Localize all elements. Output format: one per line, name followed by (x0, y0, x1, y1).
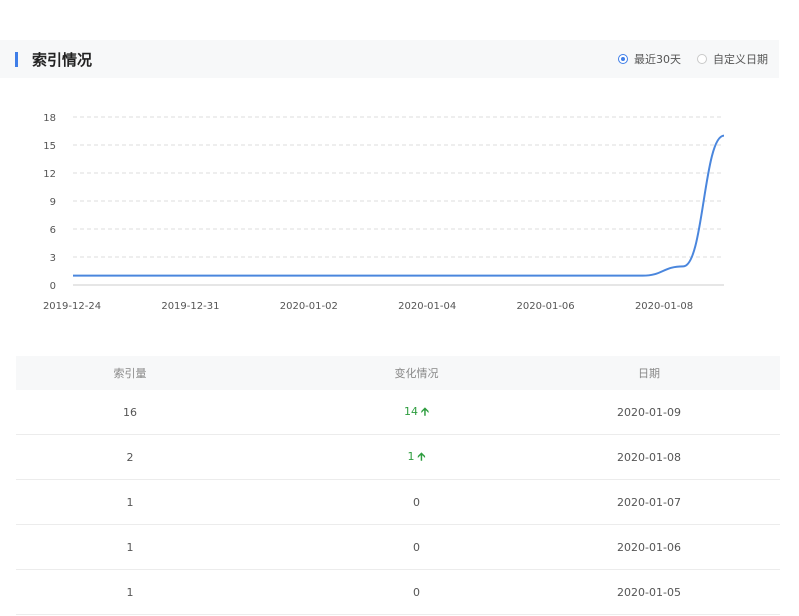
x-tick-label: 2019-12-31 (161, 301, 219, 312)
y-tick-label: 3 (50, 253, 56, 264)
cell-count: 2 (126, 450, 134, 464)
y-tick-label: 0 (50, 281, 56, 292)
title-accent-bar (15, 52, 18, 67)
x-tick-label: 2020-01-02 (280, 301, 338, 312)
date-value: 2020-01-05 (617, 585, 681, 599)
column-header-change: 变化情况 (394, 367, 439, 380)
y-tick-label: 12 (43, 169, 56, 180)
column-header-count: 索引量 (113, 367, 147, 380)
section-header: 索引情况 最近30天 自定义日期 (0, 40, 779, 78)
page-title: 索引情况 (32, 51, 93, 69)
date-range-selector: 最近30天 自定义日期 (602, 51, 768, 67)
radio-unchecked-icon[interactable] (697, 54, 707, 64)
date-value: 2020-01-07 (617, 495, 681, 509)
x-tick-label: 2020-01-06 (517, 301, 575, 312)
table-row: 1 0 2020-01-06 (16, 525, 780, 570)
table-row: 2 1 🡩 2020-01-08 (16, 435, 780, 480)
change-value: 0 (413, 495, 420, 509)
cell-change: 14 🡩 (244, 403, 589, 422)
cell-date: 2020-01-06 (589, 541, 780, 554)
change-value: 14 (404, 404, 419, 418)
index-table: 索引量 变化情况 日期 16 14 🡩 2020-01-09 2 1 🡩 2020-01-08… (16, 356, 780, 615)
y-tick-label: 15 (43, 141, 56, 152)
range-option-label: 自定义日期 (713, 53, 768, 66)
column-header-date: 日期 (638, 367, 660, 380)
cell-count: 1 (126, 495, 134, 509)
x-tick-label: 2020-01-04 (398, 301, 456, 312)
table-row: 1 0 2020-01-07 (16, 480, 780, 525)
cell-count: 1 (126, 540, 134, 554)
cell-count: 16 (123, 405, 137, 419)
arrow-up-icon: 🡩 (421, 404, 429, 418)
cell-date: 2020-01-05 (589, 586, 780, 599)
date-value: 2020-01-09 (617, 405, 681, 419)
date-value: 2020-01-06 (617, 540, 681, 554)
table-row: 16 14 🡩 2020-01-09 (16, 390, 780, 435)
radio-checked-icon[interactable] (618, 54, 628, 64)
cell-date: 2020-01-07 (589, 496, 780, 509)
index-line-chart: 0 3 6 9 12 15 18 2019-12-24 2019-12-31 2020-01-02… (43, 113, 725, 312)
x-tick-label: 2020-01-08 (635, 301, 693, 312)
cell-count: 1 (126, 585, 134, 599)
table-header: 索引量 变化情况 日期 (16, 356, 780, 390)
table-body: 16 14 🡩 2020-01-09 2 1 🡩 2020-01-08 1 0 2020-01-07… (16, 390, 780, 615)
cell-date: 2020-01-09 (589, 406, 780, 419)
x-tick-label: 2019-12-24 (43, 301, 101, 312)
date-value: 2020-01-08 (617, 450, 681, 464)
range-option-custom-date[interactable]: 自定义日期 (697, 51, 768, 67)
change-value: 0 (413, 540, 420, 554)
table-row: 1 0 2020-01-05 (16, 570, 780, 615)
cell-change: 0 (244, 541, 589, 554)
change-value: 1 (407, 449, 415, 463)
y-tick-label: 18 (43, 113, 56, 124)
y-tick-label: 6 (50, 225, 56, 236)
arrow-up-icon: 🡩 (417, 449, 426, 463)
cell-date: 2020-01-08 (589, 451, 780, 464)
cell-change: 1 🡩 (244, 448, 589, 467)
series-line (73, 134, 725, 277)
cell-change: 0 (244, 586, 589, 599)
range-option-last-30-days[interactable]: 最近30天 (618, 51, 681, 67)
change-value: 0 (413, 585, 420, 599)
range-option-label: 最近30天 (634, 53, 681, 66)
y-tick-label: 9 (50, 197, 56, 208)
cell-change: 0 (244, 496, 589, 509)
